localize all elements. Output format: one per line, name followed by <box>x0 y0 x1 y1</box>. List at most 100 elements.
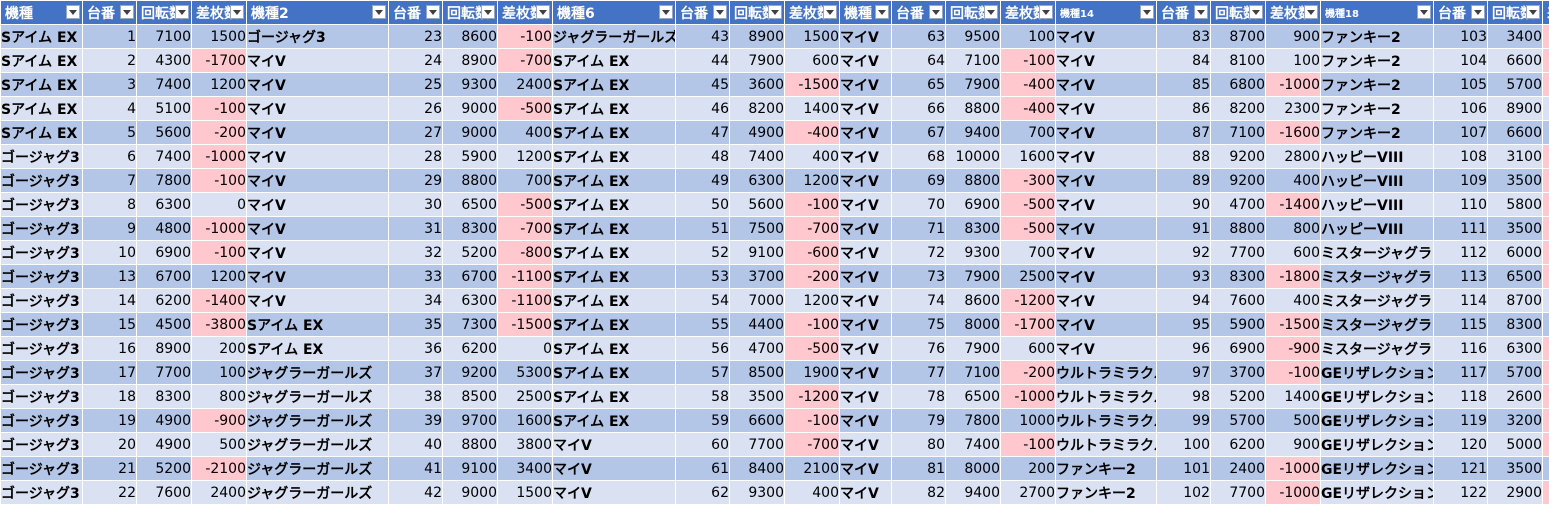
model-cell[interactable]: Sアイム EX <box>0 96 83 121</box>
difference-cell[interactable]: -1200 <box>784 384 840 409</box>
machine-number-cell[interactable]: 6 <box>82 144 137 169</box>
spin-count-cell[interactable]: 6700 <box>442 264 498 289</box>
model-cell[interactable]: マイV <box>246 144 389 169</box>
model-cell[interactable]: ハッピーVIII <box>1320 216 1434 241</box>
difference-cell[interactable]: 1900 <box>784 360 840 385</box>
model-cell[interactable]: ミスタージャグラー <box>1320 312 1434 337</box>
machine-number-cell[interactable]: 47 <box>675 120 730 145</box>
model-cell[interactable]: マイV <box>1055 48 1157 73</box>
model-cell[interactable]: Sアイム EX <box>246 312 389 337</box>
spin-count-cell[interactable]: 9000 <box>442 480 498 505</box>
difference-cell[interactable]: 1500 <box>497 480 553 505</box>
spin-count-cell[interactable]: 6300 <box>729 168 785 193</box>
spin-count-cell[interactable]: 4900 <box>729 120 785 145</box>
machine-number-cell[interactable]: 55 <box>675 312 730 337</box>
machine-number-cell[interactable]: 121 <box>1433 456 1488 481</box>
machine-number-cell[interactable]: 94 <box>1156 288 1211 313</box>
spin-count-cell[interactable]: 8500 <box>729 360 785 385</box>
spin-count-cell[interactable]: 8600 <box>442 24 498 49</box>
difference-cell[interactable]: -1000 <box>191 216 247 241</box>
model-cell[interactable]: マイV <box>839 264 892 289</box>
machine-number-cell[interactable]: 58 <box>675 384 730 409</box>
model-cell[interactable]: マイV <box>839 360 892 385</box>
difference-cell[interactable]: -700 <box>784 216 840 241</box>
filter-dropdown-button[interactable] <box>230 5 244 19</box>
difference-cell[interactable]: 100 <box>1000 24 1056 49</box>
model-cell[interactable]: Sアイム EX <box>552 264 676 289</box>
spin-count-cell[interactable]: 3500 <box>729 384 785 409</box>
difference-cell[interactable]: 2500 <box>497 384 553 409</box>
difference-cell[interactable]: -1400 <box>191 288 247 313</box>
difference-cell[interactable]: 5300 <box>497 360 553 385</box>
difference-cell[interactable]: -1100 <box>1542 168 1549 193</box>
machine-number-cell[interactable]: 2 <box>82 48 137 73</box>
difference-cell[interactable]: -300 <box>1542 408 1549 433</box>
model-cell[interactable]: マイV <box>839 72 892 97</box>
difference-cell[interactable]: 0 <box>1542 312 1549 337</box>
spin-count-cell[interactable]: 3700 <box>729 264 785 289</box>
machine-number-cell[interactable]: 41 <box>388 456 443 481</box>
machine-number-cell[interactable]: 79 <box>891 408 946 433</box>
spin-count-cell[interactable]: 8000 <box>945 456 1001 481</box>
difference-cell[interactable]: 400 <box>497 120 553 145</box>
machine-number-cell[interactable]: 48 <box>675 144 730 169</box>
difference-cell[interactable]: -1000 <box>1265 72 1321 97</box>
spin-count-cell[interactable]: 7700 <box>1210 240 1266 265</box>
difference-cell[interactable]: -100 <box>191 240 247 265</box>
model-cell[interactable]: マイV <box>839 288 892 313</box>
spin-count-cell[interactable]: 7400 <box>945 432 1001 457</box>
spin-count-cell[interactable]: 3400 <box>1487 24 1543 49</box>
spin-count-cell[interactable]: 5600 <box>729 192 785 217</box>
model-cell[interactable]: マイV <box>246 72 389 97</box>
spin-count-cell[interactable]: 8900 <box>729 24 785 49</box>
machine-number-cell[interactable]: 17 <box>82 360 137 385</box>
machine-number-cell[interactable]: 49 <box>675 168 730 193</box>
difference-cell[interactable]: -500 <box>1000 192 1056 217</box>
model-cell[interactable]: マイV <box>839 192 892 217</box>
model-cell[interactable]: ミスタージャグラー <box>1320 288 1434 313</box>
filter-dropdown-button[interactable] <box>713 5 727 19</box>
machine-number-cell[interactable]: 13 <box>82 264 137 289</box>
machine-number-cell[interactable]: 102 <box>1156 480 1211 505</box>
model-cell[interactable]: マイV <box>246 48 389 73</box>
filter-dropdown-button[interactable] <box>768 5 782 19</box>
filter-dropdown-button[interactable] <box>984 5 998 19</box>
machine-number-cell[interactable]: 35 <box>388 312 443 337</box>
machine-number-cell[interactable]: 61 <box>675 456 730 481</box>
machine-number-cell[interactable]: 31 <box>388 216 443 241</box>
model-cell[interactable]: マイV <box>552 480 676 505</box>
difference-cell[interactable]: 600 <box>1000 336 1056 361</box>
model-cell[interactable]: マイV <box>552 432 676 457</box>
difference-cell[interactable]: 1500 <box>784 24 840 49</box>
model-cell[interactable]: Sアイム EX <box>552 120 676 145</box>
model-cell[interactable]: マイV <box>1055 120 1157 145</box>
machine-number-cell[interactable]: 29 <box>388 168 443 193</box>
model-cell[interactable]: Sアイム EX <box>0 120 83 145</box>
model-cell[interactable]: ジャグラーガールズ <box>246 360 389 385</box>
machine-number-cell[interactable]: 44 <box>675 48 730 73</box>
model-cell[interactable]: ウルトラミラクル <box>1055 432 1157 457</box>
machine-number-cell[interactable]: 32 <box>388 240 443 265</box>
machine-number-cell[interactable]: 25 <box>388 72 443 97</box>
model-cell[interactable]: ミスタージャグラー <box>1320 336 1434 361</box>
spin-count-cell[interactable]: 7800 <box>136 168 192 193</box>
machine-number-cell[interactable]: 82 <box>891 480 946 505</box>
machine-number-cell[interactable]: 114 <box>1433 288 1488 313</box>
difference-cell[interactable]: -700 <box>497 216 553 241</box>
spin-count-cell[interactable]: 6000 <box>1487 240 1543 265</box>
spin-count-cell[interactable]: 9700 <box>442 408 498 433</box>
machine-number-cell[interactable]: 104 <box>1433 48 1488 73</box>
machine-number-cell[interactable]: 22 <box>82 480 137 505</box>
difference-cell[interactable]: -1600 <box>1542 480 1549 505</box>
machine-number-cell[interactable]: 92 <box>1156 240 1211 265</box>
difference-cell[interactable]: -1600 <box>1265 120 1321 145</box>
spin-count-cell[interactable]: 7000 <box>729 288 785 313</box>
model-cell[interactable]: Sアイム EX <box>552 168 676 193</box>
spin-count-cell[interactable]: 9000 <box>442 96 498 121</box>
model-cell[interactable]: GEリザレクション <box>1320 360 1434 385</box>
machine-number-cell[interactable]: 15 <box>82 312 137 337</box>
difference-cell[interactable]: 1200 <box>784 168 840 193</box>
spin-count-cell[interactable]: 6500 <box>442 192 498 217</box>
spin-count-cell[interactable]: 6200 <box>136 288 192 313</box>
model-cell[interactable]: ジャグラーガールズ <box>246 480 389 505</box>
